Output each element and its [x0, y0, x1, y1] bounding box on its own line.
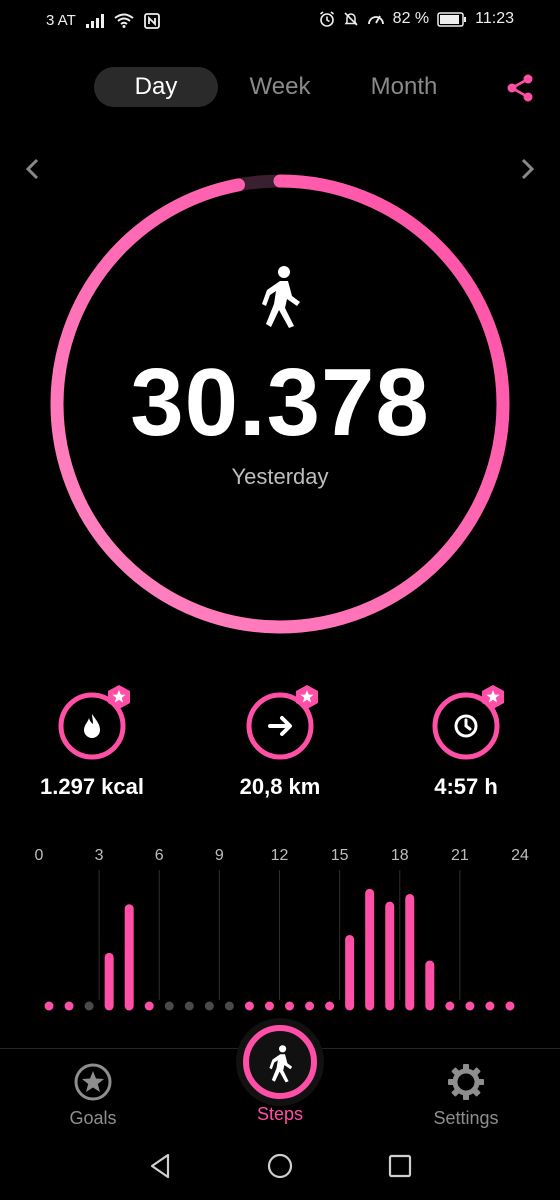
duration-value: 4:57 h: [434, 774, 498, 799]
tab-week[interactable]: Week: [218, 67, 342, 107]
battery-percent: 82 %: [392, 10, 430, 27]
carrier-label: 3 AT: [46, 12, 76, 29]
chart-tick-label: 15: [331, 847, 349, 864]
nav-steps[interactable]: Steps: [210, 1104, 350, 1125]
period-tabs: Day Week Month: [94, 67, 466, 107]
calories-badge: [56, 685, 130, 760]
duration-badge: [430, 685, 504, 760]
chart-tick-label: 12: [271, 847, 289, 864]
clock-icon: [454, 714, 478, 738]
chart-dot: [445, 1001, 455, 1011]
distance-stat[interactable]: 20,8 km: [190, 685, 370, 800]
chart-dot: [204, 1001, 214, 1011]
system-recents-button[interactable]: [386, 1152, 414, 1180]
bell-muted-icon: [344, 12, 358, 26]
previous-day-button[interactable]: [18, 154, 48, 184]
step-count: 30.378: [130, 349, 430, 456]
step-summary: 30.378 Yesterday: [50, 174, 510, 634]
chart-dot: [285, 1001, 295, 1011]
chart-dot: [505, 1001, 515, 1011]
chart-tick-label: 21: [451, 847, 469, 864]
chart-dot: [84, 1001, 94, 1011]
calories-value: 1.297 kcal: [40, 774, 144, 799]
nfc-icon: [143, 12, 160, 29]
data-speed-icon: [367, 15, 384, 25]
duration-stat[interactable]: 4:57 h: [376, 685, 556, 800]
star-badge-icon: [482, 685, 504, 709]
nav-settings-label: Settings: [433, 1108, 499, 1128]
day-label: Yesterday: [231, 464, 329, 489]
tab-day[interactable]: Day: [94, 67, 218, 107]
chart-dot: [244, 1001, 254, 1011]
star-badge-icon: [74, 1063, 112, 1101]
chart-tick-label: 0: [35, 847, 44, 864]
chart-tick-label: 18: [391, 847, 409, 864]
chart-dot: [144, 1001, 154, 1011]
chart-dot: [264, 1001, 274, 1011]
chart-tick-label: 24: [511, 847, 529, 864]
distance-value: 20,8 km: [239, 774, 321, 799]
chart-tick-label: 3: [95, 847, 104, 864]
distance-badge: [244, 685, 318, 760]
status-bar-right: 82 % 11:23: [319, 10, 514, 28]
chart-dot: [224, 1001, 234, 1011]
signal-icon: [85, 13, 104, 28]
calories-stat[interactable]: 1.297 kcal: [2, 685, 182, 800]
chart-dot: [184, 1001, 194, 1011]
clock: 11:23: [475, 10, 514, 27]
battery-icon: [437, 11, 467, 27]
nav-goals-label: Goals: [69, 1108, 117, 1128]
star-badge-icon: [108, 685, 130, 709]
flame-icon: [84, 714, 100, 738]
chart-dot: [485, 1001, 495, 1011]
system-home-button[interactable]: [266, 1152, 294, 1180]
nav-goals[interactable]: Goals: [23, 1062, 163, 1129]
status-bar-left: 3 AT: [46, 12, 160, 29]
walking-icon: [262, 266, 300, 328]
wifi-icon: [114, 13, 134, 28]
chart-tick-label: 9: [215, 847, 224, 864]
chart-dot: [64, 1001, 74, 1011]
gear-icon: [448, 1064, 484, 1100]
chart-dot: [164, 1001, 174, 1011]
arrow-right-icon: [268, 716, 292, 736]
share-icon[interactable]: [504, 72, 536, 104]
star-badge-icon: [296, 685, 318, 709]
alarm-icon: [319, 11, 334, 27]
chart-dot: [44, 1001, 54, 1011]
tab-month[interactable]: Month: [342, 67, 466, 107]
chart-dot: [465, 1001, 475, 1011]
nav-steps-label: Steps: [256, 1104, 304, 1124]
chart-dot: [305, 1001, 315, 1011]
chart-tick-label: 6: [155, 847, 164, 864]
next-day-button[interactable]: [512, 154, 542, 184]
steps-fab-button[interactable]: [236, 1018, 324, 1106]
hourly-steps-chart: 0 3 6 9 12 15 18 21 24: [35, 847, 529, 1011]
system-back-button[interactable]: [146, 1152, 174, 1180]
chart-dot: [325, 1001, 335, 1011]
nav-settings[interactable]: Settings: [396, 1062, 536, 1129]
